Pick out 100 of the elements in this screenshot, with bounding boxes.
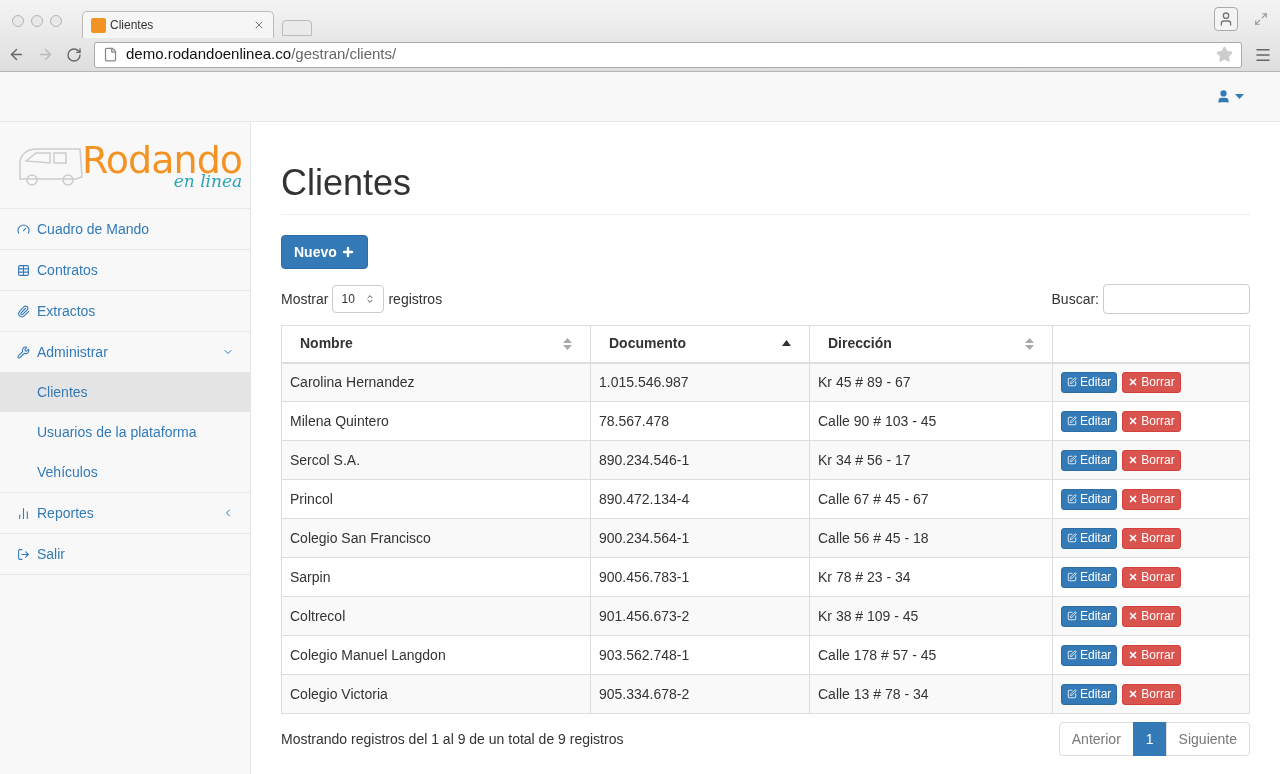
show-label: Mostrar xyxy=(281,289,329,309)
gauge-icon xyxy=(17,222,30,236)
pagination-button[interactable]: Siguiente xyxy=(1165,722,1250,756)
paperclip-icon xyxy=(17,304,30,318)
delete-button[interactable]: Borrar xyxy=(1122,605,1181,627)
table-cell: Kr 38 # 109 - 45 xyxy=(809,596,1053,636)
edit-icon xyxy=(1067,377,1077,388)
delete-button[interactable]: Borrar xyxy=(1122,566,1181,588)
column-header[interactable] xyxy=(1052,325,1250,363)
new-button[interactable]: Nuevo xyxy=(281,235,368,269)
edit-button[interactable]: Editar xyxy=(1061,527,1118,549)
x-icon xyxy=(1128,650,1139,660)
x-icon xyxy=(1128,455,1139,465)
table-cell: 890.234.546-1 xyxy=(590,440,810,480)
table-cell: Calle 56 # 45 - 18 xyxy=(809,518,1053,558)
table-cell: Sercol S.A. xyxy=(281,440,591,480)
edit-button[interactable]: Editar xyxy=(1061,488,1118,510)
window-control-icon[interactable] xyxy=(50,15,62,27)
bookmark-star-icon[interactable] xyxy=(1216,46,1233,63)
table-cell: Calle 67 # 45 - 67 xyxy=(809,479,1053,519)
table-cell: Calle 178 # 57 - 45 xyxy=(809,635,1053,675)
edit-icon xyxy=(1067,494,1077,504)
table-cell: Carolina Hernandez xyxy=(281,362,591,402)
edit-icon xyxy=(1067,611,1077,621)
delete-button[interactable]: Borrar xyxy=(1122,449,1181,471)
browser-tab[interactable]: Clientes xyxy=(82,11,274,38)
edit-button[interactable]: Editar xyxy=(1061,605,1118,627)
user-menu-button[interactable] xyxy=(1216,89,1244,104)
x-icon xyxy=(1128,611,1139,621)
forward-icon[interactable] xyxy=(37,46,54,63)
table-cell: 901.456.673-2 xyxy=(590,596,810,636)
delete-button[interactable]: Borrar xyxy=(1122,488,1181,510)
table-cell: Sarpin xyxy=(281,557,591,597)
page-size-select[interactable]: 10 xyxy=(332,285,385,313)
delete-button[interactable]: Borrar xyxy=(1122,527,1181,549)
table-cell: Milena Quintero xyxy=(281,401,591,441)
table-cell: Calle 90 # 103 - 45 xyxy=(809,401,1053,441)
edit-icon xyxy=(1067,650,1077,660)
reload-icon[interactable] xyxy=(66,46,82,63)
column-header[interactable]: Dirección xyxy=(809,325,1053,363)
table-cell: Princol xyxy=(281,479,591,519)
edit-button[interactable]: Editar xyxy=(1061,683,1118,705)
fullscreen-icon[interactable] xyxy=(1254,12,1268,26)
favicon-icon xyxy=(91,17,106,33)
sidebar-subitem[interactable]: Clientes xyxy=(0,372,250,412)
edit-icon xyxy=(1067,689,1077,699)
table-cell: 900.456.783-1 xyxy=(590,557,810,597)
close-icon[interactable] xyxy=(253,19,265,31)
profile-icon[interactable] xyxy=(1214,7,1238,31)
edit-icon xyxy=(1067,533,1077,543)
wrench-icon xyxy=(17,345,30,359)
window-control-icon[interactable] xyxy=(12,15,24,27)
table-cell: Kr 78 # 23 - 34 xyxy=(809,557,1053,597)
plus-icon xyxy=(340,245,355,259)
table-cell: Kr 45 # 89 - 67 xyxy=(809,362,1053,402)
edit-button[interactable]: Editar xyxy=(1061,410,1118,432)
window-control-icon[interactable] xyxy=(31,15,43,27)
table-cell: 1.015.546.987 xyxy=(590,362,810,402)
delete-button[interactable]: Borrar xyxy=(1122,644,1181,666)
bar-chart-icon xyxy=(17,506,30,520)
edit-button[interactable]: Editar xyxy=(1061,371,1118,393)
delete-button[interactable]: Borrar xyxy=(1122,683,1181,705)
pagination-button[interactable]: Anterior xyxy=(1058,722,1134,756)
column-header[interactable]: Documento xyxy=(590,325,810,363)
table-cell: Colegio Manuel Langdon xyxy=(281,635,591,675)
edit-icon xyxy=(1067,416,1077,426)
x-icon xyxy=(1128,377,1139,388)
page-icon xyxy=(103,47,118,62)
table-cell: Colegio Victoria xyxy=(281,674,591,714)
table-cell: 905.334.678-2 xyxy=(590,674,810,714)
table-cell: 890.472.134-4 xyxy=(590,479,810,519)
edit-button[interactable]: Editar xyxy=(1061,449,1118,471)
search-label: Buscar: xyxy=(1051,289,1099,309)
table-cell: 78.567.478 xyxy=(590,401,810,441)
page-title: Clientes xyxy=(281,160,1250,215)
table-cell: Kr 34 # 56 - 17 xyxy=(809,440,1053,480)
table-cell: 903.562.748-1 xyxy=(590,635,810,675)
edit-icon xyxy=(1067,572,1077,582)
search-field[interactable] xyxy=(1103,284,1250,314)
x-icon xyxy=(1128,689,1139,699)
table-cell: 900.234.564-1 xyxy=(590,518,810,558)
new-tab-button[interactable] xyxy=(282,20,312,36)
pagination-button[interactable]: 1 xyxy=(1132,722,1167,756)
x-icon xyxy=(1128,416,1139,426)
address-bar[interactable]: demo.rodandoenlinea.co/gestran/clients/ xyxy=(94,41,1242,68)
edit-button[interactable]: Editar xyxy=(1061,644,1118,666)
column-header[interactable]: Nombre xyxy=(281,325,591,363)
edit-button[interactable]: Editar xyxy=(1061,566,1118,588)
x-icon xyxy=(1128,572,1139,582)
x-icon xyxy=(1128,494,1139,504)
records-label: registros xyxy=(388,289,443,309)
table-cell: Colegio San Francisco xyxy=(281,518,591,558)
delete-button[interactable]: Borrar xyxy=(1122,410,1181,432)
delete-button[interactable]: Borrar xyxy=(1122,371,1181,393)
user-icon xyxy=(1216,89,1231,104)
table-cell: Coltrecol xyxy=(281,596,591,636)
url-text: demo.rodandoenlinea.co/gestran/clients/ xyxy=(126,44,398,65)
back-icon[interactable] xyxy=(8,46,25,63)
tab-title: Clientes xyxy=(110,17,155,34)
grid-icon xyxy=(17,263,30,277)
